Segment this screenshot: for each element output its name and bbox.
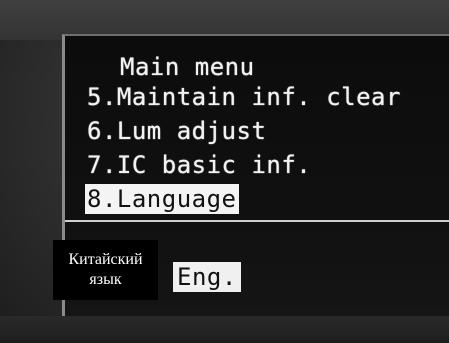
- menu-item-lum-adjust[interactable]: 6.Lum adjust: [87, 116, 266, 146]
- language-option-english[interactable]: Eng.: [173, 262, 241, 292]
- device-photo: Main menu 5.Maintain inf. clear 6.Lum ad…: [0, 0, 449, 343]
- menu-item-language-selected[interactable]: 8.Language: [85, 184, 239, 214]
- annotation-label: Китайский язык: [53, 240, 158, 300]
- annotation-line-2: язык: [89, 271, 122, 288]
- menu-title: Main menu: [120, 53, 255, 81]
- annotation-line-1: Китайский: [68, 251, 143, 268]
- menu-item-ic-basic-info[interactable]: 7.IC basic inf.: [87, 150, 311, 180]
- device-bottom-edge: [0, 316, 449, 343]
- screen-divider: [65, 220, 449, 222]
- menu-item-maintain-info-clear[interactable]: 5.Maintain inf. clear: [87, 82, 401, 112]
